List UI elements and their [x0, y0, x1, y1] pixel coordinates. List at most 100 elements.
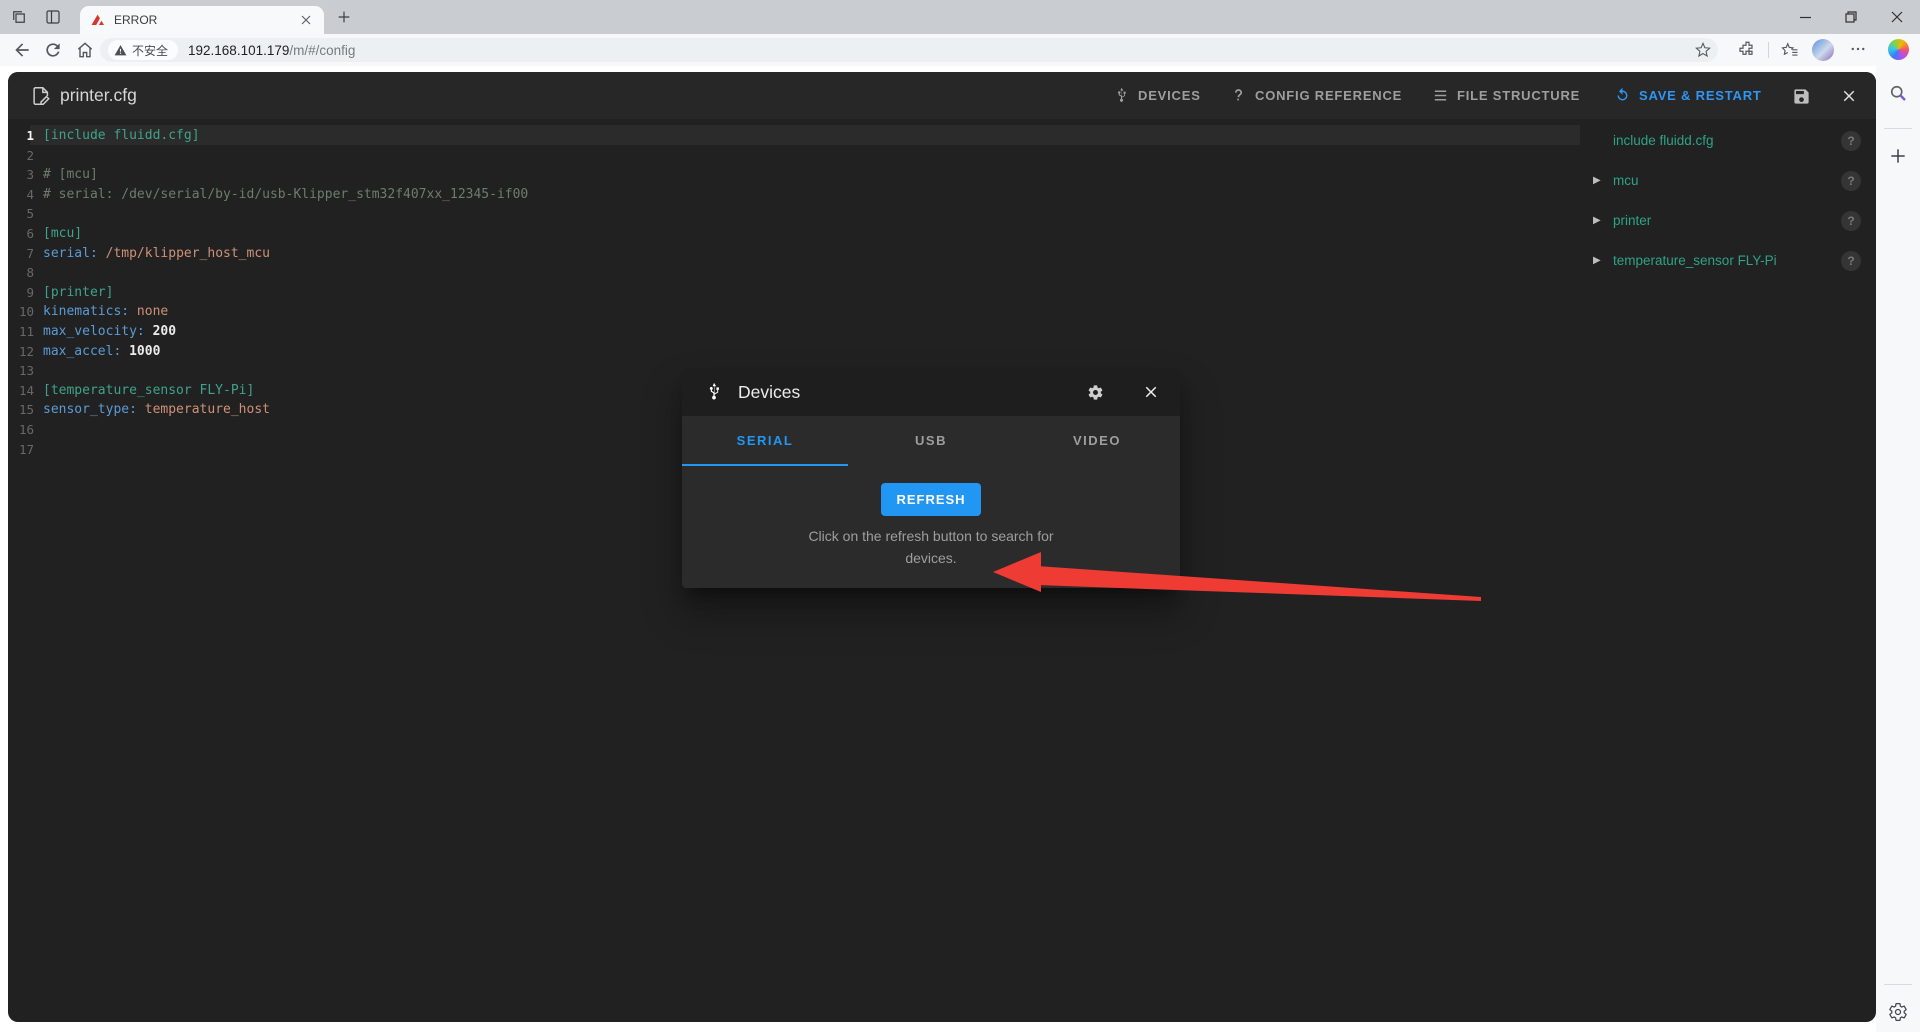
toolbar-divider	[1768, 42, 1769, 58]
line-code: max_velocity: 200	[43, 324, 177, 339]
line-number: 5	[26, 206, 34, 222]
browser-tab[interactable]: ERROR	[80, 6, 324, 34]
line-number: 9	[26, 284, 34, 300]
extensions-icon[interactable]	[1737, 40, 1755, 58]
line-code: # [mcu]	[43, 167, 98, 183]
line-code: [include fluidd.cfg]	[43, 128, 200, 143]
line-number: 17	[18, 441, 34, 457]
devices-label: DEVICES	[1138, 88, 1201, 103]
expand-arrow-icon[interactable]: ▶	[1593, 255, 1601, 266]
help-icon[interactable]: ?	[1841, 131, 1861, 151]
line-number: 15	[18, 402, 34, 418]
close-editor-button[interactable]	[1834, 81, 1864, 111]
browser-menu-icon[interactable]	[1849, 40, 1867, 58]
editor-line[interactable]: 5	[8, 204, 1568, 224]
app-toolbar: printer.cfg DEVICES CONFIG REFERENCE FIL…	[8, 72, 1876, 119]
question-icon	[1234, 89, 1243, 101]
line-code: [printer]	[43, 284, 114, 300]
dialog-header: Devices	[682, 368, 1180, 416]
dialog-tab-usb[interactable]: USB	[848, 416, 1014, 466]
back-icon[interactable]	[12, 40, 32, 60]
line-number: 14	[18, 382, 34, 398]
workspaces-icon[interactable]	[10, 8, 28, 26]
tab-close-icon[interactable]	[298, 12, 314, 28]
editor-line[interactable]: 6 [mcu]	[8, 224, 1568, 244]
window-close-button[interactable]	[1874, 0, 1920, 34]
structure-item-label: printer	[1613, 213, 1652, 228]
sidebar-divider	[1884, 128, 1912, 129]
dialog-hint-line2: devices.	[905, 550, 957, 566]
editor-line[interactable]: 11 max_velocity: 200	[8, 322, 1568, 342]
structure-item-include[interactable]: include fluidd.cfg?	[1580, 121, 1866, 161]
editor-line[interactable]: 9 [printer]	[8, 283, 1568, 303]
structure-item-label: mcu	[1613, 173, 1639, 188]
window-minimize-button[interactable]	[1782, 0, 1828, 34]
sidebar-divider	[1884, 984, 1912, 985]
devices-button[interactable]: DEVICES	[1113, 72, 1201, 119]
file-structure-button[interactable]: FILE STRUCTURE	[1432, 72, 1580, 119]
dialog-tab-video[interactable]: VIDEO	[1014, 416, 1180, 466]
editor-line[interactable]: 10 kinematics: none	[8, 302, 1568, 322]
structure-item-label: include fluidd.cfg	[1613, 133, 1714, 148]
dialog-settings-button[interactable]	[1080, 377, 1110, 407]
line-number: 6	[26, 226, 34, 241]
file-edit-icon	[33, 87, 50, 105]
devices-dialog: Devices SERIAL USB VIDEO REFRESH Click on …	[682, 368, 1180, 588]
vertical-tabs-icon[interactable]	[44, 8, 62, 26]
refresh-button[interactable]: REFRESH	[881, 483, 981, 516]
sidebar-search-icon[interactable]	[1888, 83, 1908, 103]
dialog-tabs: SERIAL USB VIDEO	[682, 416, 1180, 466]
window-restore-button[interactable]	[1828, 0, 1874, 34]
editor-line[interactable]: 8	[8, 263, 1568, 283]
list-icon	[1434, 90, 1447, 101]
editor-line[interactable]: 4 # serial: /dev/serial/by-id/usb-Klipper…	[8, 185, 1568, 205]
help-icon[interactable]: ?	[1841, 251, 1861, 271]
bookmark-star-icon[interactable]	[1695, 42, 1711, 58]
config-reference-label: CONFIG REFERENCE	[1255, 88, 1403, 103]
config-reference-button[interactable]: CONFIG REFERENCE	[1230, 72, 1402, 119]
edge-sidebar	[1876, 66, 1920, 1032]
expand-arrow-icon[interactable]: ▶	[1593, 175, 1601, 186]
security-label: 不安全	[132, 43, 169, 58]
line-code: # serial: /dev/serial/by-id/usb-Klipper_…	[43, 186, 529, 202]
help-icon[interactable]: ?	[1841, 171, 1861, 191]
editor-line[interactable]: 1 [include fluidd.cfg]	[8, 126, 1568, 146]
line-number: 4	[26, 186, 34, 202]
new-tab-icon[interactable]	[336, 9, 352, 25]
sidebar-add-icon[interactable]	[1888, 146, 1908, 166]
line-code: serial: /tmp/klipper_host_mcu	[43, 245, 270, 261]
address-bar[interactable]: 不安全 192.168.101.179/m/#/config	[100, 38, 1718, 62]
line-number: 11	[18, 324, 34, 339]
favorites-icon[interactable]	[1781, 40, 1799, 58]
structure-item-mcu[interactable]: ▶ mcu?	[1580, 161, 1866, 201]
warning-icon	[114, 44, 127, 55]
editor-line[interactable]: 3 # [mcu]	[8, 165, 1568, 185]
line-code: kinematics: none	[43, 304, 169, 320]
dialog-tab-serial[interactable]: SERIAL	[682, 416, 848, 466]
sidebar-settings-icon[interactable]	[1888, 1002, 1908, 1022]
dialog-close-button[interactable]	[1136, 377, 1166, 407]
editor-line[interactable]: 12 max_accel: 1000	[8, 342, 1568, 362]
structure-item-printer[interactable]: ▶ printer?	[1580, 201, 1866, 241]
home-icon[interactable]	[75, 40, 95, 60]
editor-line[interactable]: 7 serial: /tmp/klipper_host_mcu	[8, 244, 1568, 264]
usb-icon	[1117, 87, 1126, 102]
security-chip[interactable]: 不安全	[108, 40, 179, 60]
profile-avatar[interactable]	[1812, 39, 1834, 61]
fluidd-favicon	[91, 14, 104, 25]
help-icon[interactable]: ?	[1841, 211, 1861, 231]
expand-arrow-icon[interactable]: ▶	[1593, 215, 1601, 226]
structure-item-temperature_sensor[interactable]: ▶ temperature_sensor FLY-Pi?	[1580, 241, 1866, 281]
line-number: 10	[18, 304, 34, 320]
refresh-page-icon[interactable]	[43, 40, 63, 60]
line-number: 13	[18, 363, 34, 379]
browser-tab-bar: ERROR	[0, 0, 1920, 34]
url-text[interactable]: 192.168.101.179/m/#/config	[188, 43, 355, 58]
save-file-button[interactable]	[1786, 81, 1816, 111]
file-structure-label: FILE STRUCTURE	[1457, 88, 1581, 103]
line-code: sensor_type: temperature_host	[43, 402, 270, 418]
copilot-icon[interactable]	[1888, 39, 1909, 60]
gear-icon	[1088, 384, 1102, 400]
save-restart-button[interactable]: SAVE & RESTART	[1614, 72, 1762, 119]
editor-line[interactable]: 2	[8, 146, 1568, 166]
